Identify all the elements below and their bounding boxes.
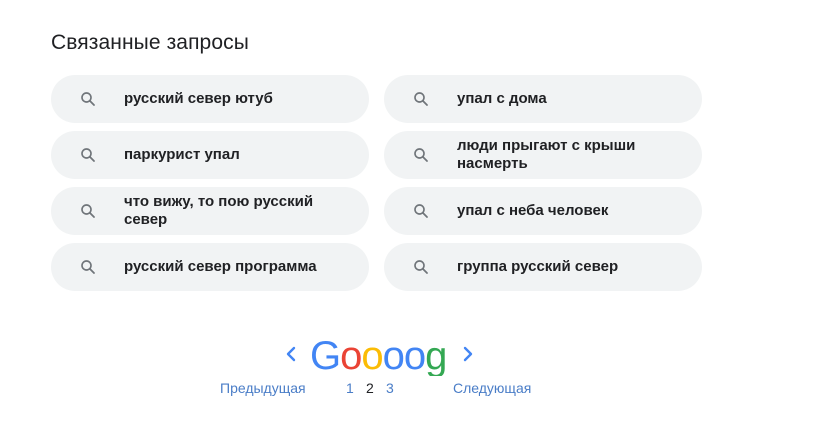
- related-search-chip[interactable]: русский север ютуб: [51, 75, 369, 123]
- related-search-label: что вижу, то пою русский север: [124, 193, 314, 228]
- related-search-label: паркурист упал: [124, 146, 240, 163]
- related-search-chip[interactable]: что вижу, то пою русский север: [51, 187, 369, 235]
- page-link-1[interactable]: 1: [346, 380, 354, 396]
- related-search-label: упал с неба человек: [457, 202, 609, 219]
- current-page: 2: [366, 380, 374, 396]
- search-icon: [414, 148, 428, 162]
- search-icon: [414, 92, 428, 106]
- related-search-chip[interactable]: русский север программа: [51, 243, 369, 291]
- related-search-label: упал с дома: [457, 90, 547, 107]
- page-link-3[interactable]: 3: [386, 380, 394, 396]
- svg-text:Goooogle: Goooogle: [310, 334, 446, 376]
- related-search-label: группа русский север: [457, 258, 619, 275]
- related-search-chip[interactable]: люди прыгают с крыши насмерть: [384, 131, 702, 179]
- search-icon: [81, 148, 95, 162]
- page: Связанные запросы русский север ютуб упа…: [0, 0, 824, 438]
- search-icon: [81, 260, 95, 274]
- related-search-chip[interactable]: паркурист упал: [51, 131, 369, 179]
- search-icon: [414, 260, 428, 274]
- google-pager-logo: Goooogle: [310, 334, 446, 376]
- chevron-left-icon[interactable]: [283, 344, 299, 364]
- search-icon: [414, 204, 428, 218]
- related-searches-title: Связанные запросы: [51, 31, 249, 54]
- related-search-chip[interactable]: упал с неба человек: [384, 187, 702, 235]
- search-icon: [81, 204, 95, 218]
- next-page-link[interactable]: Следующая: [453, 380, 531, 396]
- related-search-chip[interactable]: группа русский север: [384, 243, 702, 291]
- related-search-label: русский север ютуб: [124, 90, 273, 107]
- search-icon: [81, 92, 95, 106]
- related-search-label: русский север программа: [124, 258, 317, 275]
- related-search-label: люди прыгают с крыши насмерть: [457, 137, 636, 172]
- chevron-right-icon[interactable]: [460, 344, 476, 364]
- related-search-chip[interactable]: упал с дома: [384, 75, 702, 123]
- previous-page-link[interactable]: Предыдущая: [220, 380, 306, 396]
